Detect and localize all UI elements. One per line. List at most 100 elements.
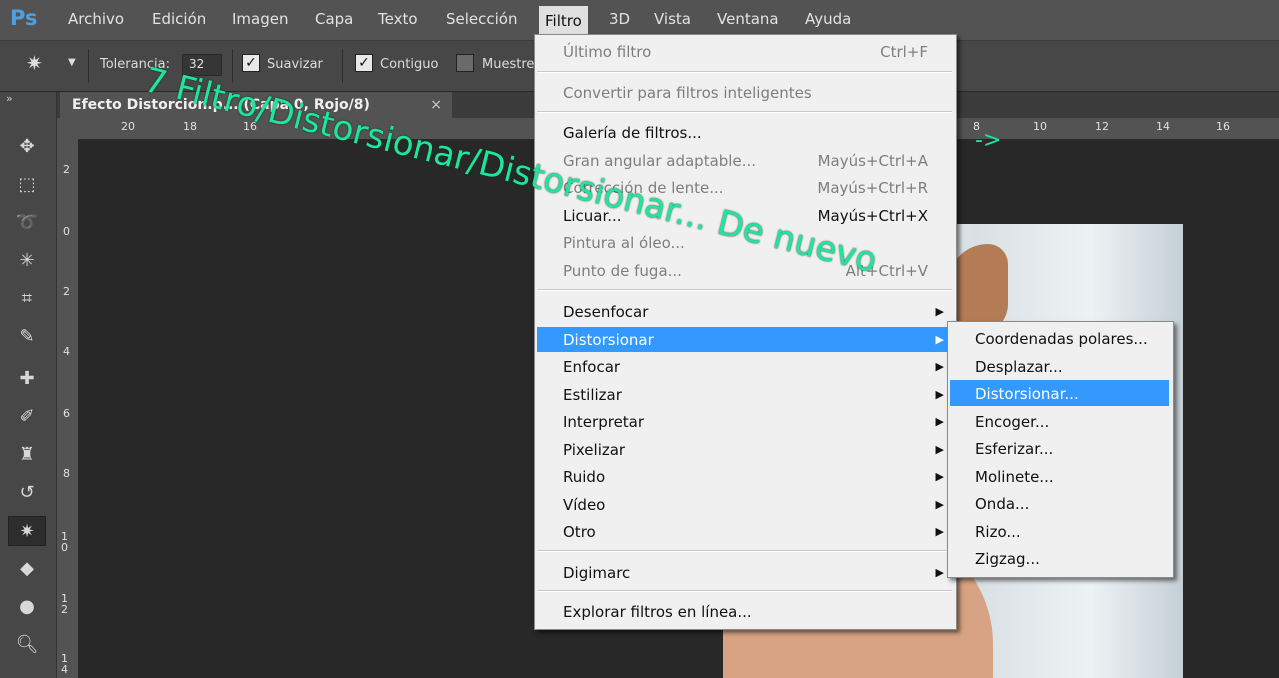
menu-ventana[interactable]: Ventana bbox=[717, 10, 779, 28]
menu-separator bbox=[537, 71, 952, 73]
tolerance-label: Tolerancia: bbox=[100, 57, 170, 72]
menu-item-stylize[interactable]: Estilizar bbox=[563, 386, 622, 404]
submenu-item-shear[interactable]: Distorsionar... bbox=[975, 385, 1079, 403]
submenu-item-spherize[interactable]: Esferizar... bbox=[975, 440, 1053, 458]
ruler-label: 20 bbox=[121, 120, 135, 133]
menu-texto[interactable]: Texto bbox=[378, 10, 418, 28]
menu-item-browse-filters-online[interactable]: Explorar filtros en línea... bbox=[563, 603, 752, 621]
paint-bucket-icon[interactable]: ◆ bbox=[8, 554, 46, 584]
menu-item-distort[interactable]: Distorsionar bbox=[563, 331, 654, 349]
vertical-ruler: 2 0 2 4 6 8 1 0 1 2 1 4 bbox=[57, 139, 79, 678]
sample-all-label: Muestre bbox=[482, 57, 535, 72]
stamp-tool-icon[interactable]: ♜ bbox=[8, 440, 46, 470]
menu-item-blur[interactable]: Desenfocar bbox=[563, 303, 648, 321]
shortcut-label: Ctrl+F bbox=[880, 43, 928, 61]
menu-separator bbox=[537, 590, 952, 592]
ruler-label: 1 2 bbox=[61, 592, 68, 616]
submenu-arrow-icon: ▶ bbox=[935, 360, 944, 373]
menu-3d[interactable]: 3D bbox=[609, 10, 630, 28]
magic-eraser-icon[interactable]: ✷ bbox=[26, 51, 43, 75]
submenu-item-wave[interactable]: Onda... bbox=[975, 495, 1029, 513]
tolerance-input[interactable]: 32 bbox=[182, 54, 222, 76]
shortcut-label: Mayús+Ctrl+X bbox=[817, 207, 928, 225]
menu-item-vanishing-point[interactable]: Punto de fuga... bbox=[563, 262, 682, 280]
submenu-item-ripple[interactable]: Rizo... bbox=[975, 523, 1021, 541]
submenu-item-polar-coordinates[interactable]: Coordenadas polares... bbox=[975, 330, 1148, 348]
contiguous-checkbox[interactable]: ✓ bbox=[355, 54, 373, 72]
chevron-down-icon[interactable]: ▼ bbox=[68, 57, 76, 68]
menu-capa[interactable]: Capa bbox=[315, 10, 353, 28]
submenu-arrow-icon: ▶ bbox=[935, 498, 944, 511]
menu-item-filter-gallery[interactable]: Galería de filtros... bbox=[563, 124, 702, 142]
ruler-label: 1 0 bbox=[61, 530, 68, 554]
ruler-label: 6 bbox=[63, 407, 70, 420]
distort-submenu: Coordenadas polares... Desplazar... Dist… bbox=[947, 321, 1174, 578]
menu-item-lens-correction[interactable]: Corrección de lente... bbox=[563, 179, 724, 197]
submenu-arrow-icon: ▶ bbox=[935, 305, 944, 318]
menu-item-oil-paint[interactable]: Pintura al óleo... bbox=[563, 234, 685, 252]
dodge-tool-icon[interactable]: 🔍︎ bbox=[8, 630, 46, 660]
ruler-label: 8 bbox=[63, 467, 70, 480]
menu-item-video[interactable]: Vídeo bbox=[563, 496, 605, 514]
sample-all-checkbox[interactable]: ✓ bbox=[456, 54, 474, 72]
close-icon[interactable]: × bbox=[430, 92, 442, 118]
divider bbox=[88, 49, 89, 83]
healing-brush-icon[interactable]: ✚ bbox=[8, 364, 46, 394]
shortcut-label: Mayús+Ctrl+R bbox=[817, 179, 928, 197]
ruler-label: 18 bbox=[183, 120, 197, 133]
crop-tool-icon[interactable]: ⌗ bbox=[8, 284, 46, 314]
menu-item-noise[interactable]: Ruido bbox=[563, 468, 605, 486]
menu-separator bbox=[537, 289, 952, 291]
tutorial-arrow: -> bbox=[975, 128, 1002, 153]
magic-wand-icon[interactable]: ✳ bbox=[8, 246, 46, 276]
submenu-arrow-icon: ▶ bbox=[935, 566, 944, 579]
antialias-checkbox[interactable]: ✓ bbox=[242, 54, 260, 72]
menu-item-pixelate[interactable]: Pixelizar bbox=[563, 441, 625, 459]
menu-ayuda[interactable]: Ayuda bbox=[805, 10, 851, 28]
menu-archivo[interactable]: Archivo bbox=[68, 10, 124, 28]
shortcut-label: Mayús+Ctrl+A bbox=[817, 152, 928, 170]
submenu-item-twirl[interactable]: Molinete... bbox=[975, 468, 1054, 486]
document-tab[interactable]: Efecto Distorcion.p... (Capa 0, Rojo/8) … bbox=[60, 92, 452, 118]
submenu-arrow-icon: ▶ bbox=[935, 333, 944, 346]
brush-tool-icon[interactable]: ✐ bbox=[8, 402, 46, 432]
menu-imagen[interactable]: Imagen bbox=[232, 10, 288, 28]
ruler-label: 1 4 bbox=[61, 652, 68, 676]
menu-item-adaptive-wide-angle[interactable]: Gran angular adaptable... bbox=[563, 152, 756, 170]
ruler-label: 10 bbox=[1033, 120, 1047, 133]
menu-filtro[interactable]: Filtro bbox=[539, 6, 588, 36]
blur-tool-icon[interactable]: ● bbox=[8, 592, 46, 622]
menu-item-render[interactable]: Interpretar bbox=[563, 413, 644, 431]
marquee-tool-icon[interactable]: ⬚ bbox=[8, 170, 46, 200]
ruler-label: 2 bbox=[63, 163, 70, 176]
menu-seleccion[interactable]: Selección bbox=[446, 10, 518, 28]
photoshop-logo: Ps bbox=[10, 6, 38, 30]
menu-item-sharpen[interactable]: Enfocar bbox=[563, 358, 620, 376]
menu-item-liquify[interactable]: Licuar... bbox=[563, 207, 622, 225]
move-tool-icon[interactable]: ✥ bbox=[8, 132, 46, 162]
submenu-item-zigzag[interactable]: Zigzag... bbox=[975, 550, 1040, 568]
ruler-label: 16 bbox=[1216, 120, 1230, 133]
eyedropper-icon[interactable]: ✎ bbox=[8, 322, 46, 352]
lasso-tool-icon[interactable]: ➰ bbox=[8, 208, 46, 238]
ruler-label: 12 bbox=[1095, 120, 1109, 133]
history-brush-icon[interactable]: ↺ bbox=[8, 478, 46, 508]
menu-item-smart-filters[interactable]: Convertir para filtros inteligentes bbox=[563, 84, 812, 102]
submenu-item-pinch[interactable]: Encoger... bbox=[975, 413, 1049, 431]
eraser-tool-icon[interactable]: ✷ bbox=[8, 516, 46, 546]
menu-item-other[interactable]: Otro bbox=[563, 523, 596, 541]
filter-menu: Último filtro Ctrl+F Convertir para filt… bbox=[534, 34, 957, 630]
ruler-label: 16 bbox=[243, 120, 257, 133]
antialias-label: Suavizar bbox=[267, 57, 323, 72]
submenu-arrow-icon: ▶ bbox=[935, 388, 944, 401]
menu-item-digimarc[interactable]: Digimarc bbox=[563, 564, 630, 582]
panel-collapse-icon[interactable]: » bbox=[6, 92, 13, 105]
menu-separator bbox=[537, 111, 952, 113]
menu-item-last-filter[interactable]: Último filtro bbox=[563, 43, 651, 61]
menu-edicion[interactable]: Edición bbox=[152, 10, 206, 28]
shortcut-label: Alt+Ctrl+V bbox=[845, 262, 928, 280]
document-tab-title: Efecto Distorcion.p... (Capa 0, Rojo/8) bbox=[72, 97, 370, 113]
submenu-item-displace[interactable]: Desplazar... bbox=[975, 358, 1063, 376]
menu-vista[interactable]: Vista bbox=[654, 10, 691, 28]
ruler-label: 14 bbox=[1156, 120, 1170, 133]
